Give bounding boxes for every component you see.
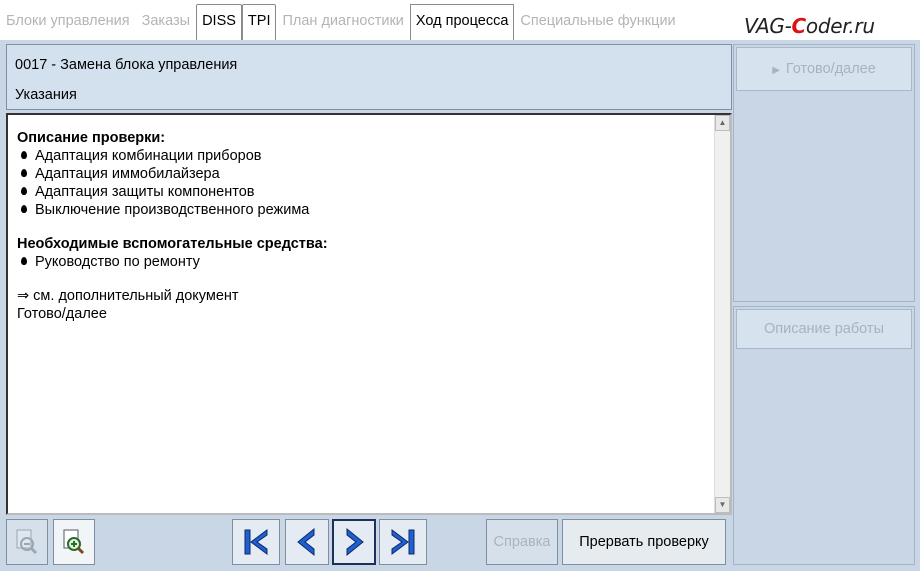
bottom-toolbar: Справка Прервать проверку (0, 516, 733, 571)
tab-tpi[interactable]: TPI (241, 4, 277, 40)
chevron-right-icon (346, 527, 364, 557)
list-item: Адаптация защиты компонентов (17, 183, 707, 201)
procedure-title: 0017 - Замена блока управления (15, 57, 238, 73)
aids-heading: Необходимые вспомогательные средства: (17, 236, 328, 252)
instructions-panel: Описание проверки: Адаптация комбинации … (6, 113, 732, 515)
instructions-text: Описание проверки: Адаптация комбинации … (17, 129, 707, 323)
work-description-button[interactable]: Описание работы (736, 309, 912, 349)
scroll-down-icon[interactable]: ▼ (715, 497, 730, 513)
list-item: Выключение производственного режима (17, 201, 707, 219)
list-item: Адаптация иммобилайзера (17, 165, 707, 183)
play-triangle-icon: ▶ (772, 65, 780, 76)
scroll-up-icon[interactable]: ▲ (715, 115, 730, 131)
check-heading: Описание проверки: (17, 130, 166, 146)
tab-control-units[interactable]: Блоки управления (0, 4, 136, 40)
side-panel-bottom: Описание работы (733, 306, 915, 565)
skip-first-icon (244, 529, 268, 555)
list-item: Руководство по ремонту (17, 253, 707, 271)
tab-orders[interactable]: Заказы (136, 4, 196, 40)
zoom-out-button[interactable] (6, 519, 48, 565)
last-step-button[interactable] (379, 519, 427, 565)
tab-diagnostic-plan[interactable]: План диагностики (276, 4, 409, 40)
list-item: Адаптация комбинации приборов (17, 147, 707, 165)
help-button[interactable]: Справка (486, 519, 558, 565)
additional-document-link[interactable]: ⇒ см. дополнительный документ (17, 287, 707, 305)
zoom-out-icon (16, 529, 38, 555)
tab-diss[interactable]: DISS (196, 4, 242, 40)
tab-bar: Блоки управления Заказы DISS TPI План ди… (0, 0, 920, 40)
side-panel-top: ▶ Готово/далее (733, 44, 915, 302)
skip-last-icon (391, 529, 415, 555)
vertical-scrollbar[interactable]: ▲ ▼ (714, 115, 730, 513)
abort-test-button[interactable]: Прервать проверку (562, 519, 726, 565)
tab-process[interactable]: Ход процесса (409, 4, 515, 40)
procedure-header: 0017 - Замена блока управления Указания (6, 44, 732, 110)
zoom-in-icon (63, 529, 85, 555)
tab-special-functions[interactable]: Специальные функции (514, 4, 681, 40)
next-step-button[interactable] (332, 519, 376, 565)
first-step-button[interactable] (232, 519, 280, 565)
ready-next-button[interactable]: ▶ Готово/далее (736, 47, 912, 91)
ready-next-text: Готово/далее (17, 306, 107, 322)
zoom-in-button[interactable] (53, 519, 95, 565)
chevron-left-icon (297, 527, 315, 557)
procedure-subtitle: Указания (15, 87, 77, 103)
site-watermark-logo: VAG-Coder.ru (744, 14, 875, 38)
tabs: Блоки управления Заказы DISS TPI План ди… (0, 4, 682, 40)
previous-step-button[interactable] (285, 519, 329, 565)
